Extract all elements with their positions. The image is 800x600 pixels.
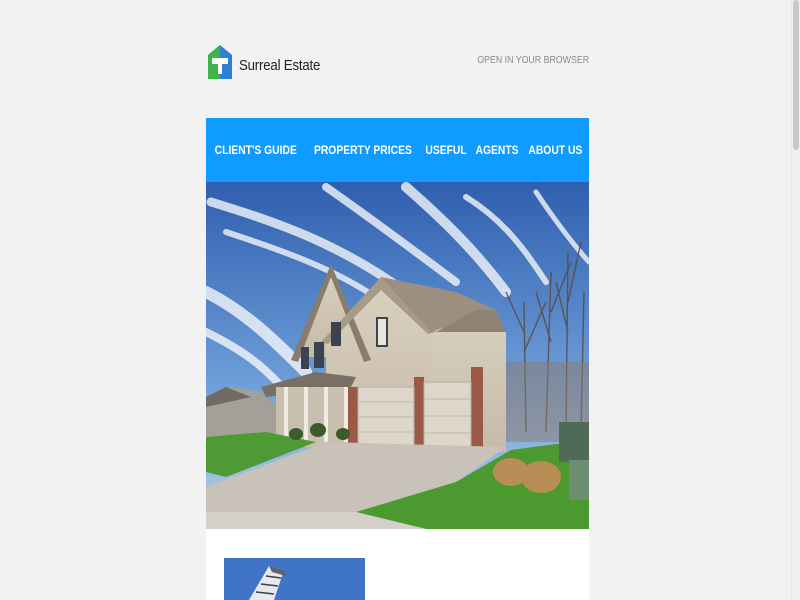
scrollbar-thumb[interactable] (793, 0, 799, 150)
page-scrollbar[interactable] (791, 0, 800, 600)
nav-useful[interactable]: USEFUL (425, 143, 466, 157)
main-nav: CLIENT'S GUIDE PROPERTY PRICES USEFUL AG… (206, 118, 589, 182)
nav-property-prices[interactable]: PROPERTY PRICES (314, 143, 412, 157)
hero-house-image[interactable] (206, 182, 589, 529)
nav-clients-guide[interactable]: CLIENT'S GUIDE (215, 143, 297, 157)
nav-about-us[interactable]: ABOUT US (529, 143, 583, 157)
house-key-logo-icon[interactable] (206, 44, 234, 80)
brand-name[interactable]: Surreal Estate (239, 57, 320, 74)
content-section (206, 529, 589, 600)
building-thumbnail-image[interactable] (224, 558, 365, 600)
nav-agents[interactable]: AGENTS (475, 143, 518, 157)
header: Surreal Estate OPEN IN YOUR BROWSER (206, 44, 589, 84)
open-in-browser-link[interactable]: OPEN IN YOUR BROWSER (477, 55, 589, 66)
